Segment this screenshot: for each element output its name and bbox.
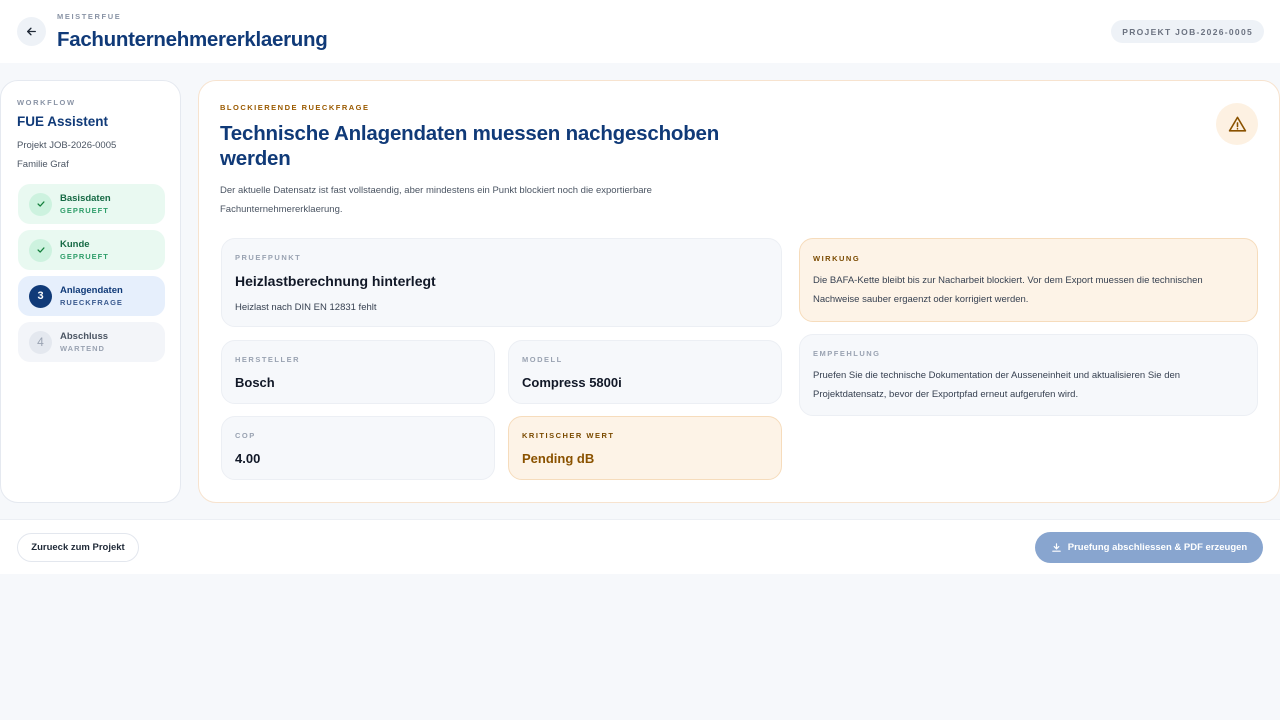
- pruefpunkt-value: Heizlastberechnung hinterlegt: [235, 273, 436, 289]
- empfehlung-label: EMPFEHLUNG: [813, 349, 881, 358]
- sidebar-title: FUE Assistent: [17, 114, 109, 129]
- step-label: Abschluss: [60, 331, 109, 342]
- cop-value: 4.00: [235, 451, 261, 466]
- workflow-sidebar: WORKFLOW FUE Assistent Projekt JOB-2026-…: [0, 80, 181, 503]
- pruefpunkt-label: PRUEFPUNKT: [235, 253, 302, 262]
- arrow-left-icon: [27, 27, 36, 36]
- app-eyebrow: MEISTERFUE: [57, 12, 122, 21]
- kritischer-wert-value: Pending dB: [522, 451, 595, 466]
- modell-card: MODELL Compress 5800i: [508, 340, 782, 404]
- modell-label: MODELL: [522, 355, 563, 364]
- empfehlung-card: EMPFEHLUNG Pruefen Sie die technische Do…: [799, 334, 1258, 416]
- hersteller-value: Bosch: [235, 375, 275, 390]
- cop-label: COP: [235, 431, 256, 440]
- project-badge: PROJEKT JOB-2026-0005: [1111, 20, 1264, 43]
- download-icon: [1051, 542, 1062, 553]
- step-status: GEPRUEFT: [60, 206, 109, 215]
- check-icon: [29, 192, 52, 216]
- app-header: MEISTERFUE Fachunternehmererklaerung PRO…: [0, 0, 1280, 63]
- sidebar-eyebrow: WORKFLOW: [17, 98, 76, 107]
- blocking-question-panel: BLOCKIERENDE RUECKFRAGE Technische Anlag…: [198, 80, 1280, 503]
- step-number: 4: [29, 330, 52, 354]
- step-abschluss[interactable]: 4 Abschluss WARTEND: [18, 322, 165, 362]
- step-label: Basisdaten: [60, 193, 111, 204]
- empfehlung-text: Pruefen Sie die technische Dokumentation…: [813, 370, 1181, 400]
- panel-eyebrow: BLOCKIERENDE RUECKFRAGE: [220, 103, 370, 112]
- check-icon: [29, 238, 52, 262]
- step-kunde[interactable]: Kunde GEPRUEFT: [18, 230, 165, 270]
- finish-and-generate-pdf-button[interactable]: Pruefung abschliessen & PDF erzeugen: [1035, 532, 1263, 563]
- step-status: RUECKFRAGE: [60, 298, 123, 307]
- panel-title: Technische Anlagendaten muessen nachgesc…: [220, 122, 720, 170]
- step-label: Anlagendaten: [60, 285, 123, 296]
- warning-badge: [1216, 103, 1258, 145]
- step-status: GEPRUEFT: [60, 252, 109, 261]
- kritischer-wert-label: KRITISCHER WERT: [522, 431, 615, 440]
- back-button[interactable]: [17, 17, 46, 46]
- hersteller-label: HERSTELLER: [235, 355, 301, 364]
- action-footer: Zurueck zum Projekt Pruefung abschliesse…: [0, 519, 1280, 574]
- wirkung-text: Die BAFA-Kette bleibt bis zur Nacharbeit…: [813, 275, 1203, 305]
- sidebar-customer: Familie Graf: [17, 159, 69, 170]
- pruefpunkt-card: PRUEFPUNKT Heizlastberechnung hinterlegt…: [221, 238, 782, 327]
- cop-card: COP 4.00: [221, 416, 495, 480]
- pruefpunkt-note: Heizlast nach DIN EN 12831 fehlt: [235, 302, 377, 313]
- sidebar-project: Projekt JOB-2026-0005: [17, 140, 117, 151]
- wirkung-label: WIRKUNG: [813, 254, 861, 263]
- step-label: Kunde: [60, 239, 90, 250]
- hersteller-card: HERSTELLER Bosch: [221, 340, 495, 404]
- warning-triangle-icon: [1228, 116, 1246, 132]
- modell-value: Compress 5800i: [522, 375, 622, 390]
- primary-button-label: Pruefung abschliessen & PDF erzeugen: [1067, 542, 1248, 553]
- step-number: 3: [29, 284, 52, 308]
- step-anlagendaten[interactable]: 3 Anlagendaten RUECKFRAGE: [18, 276, 165, 316]
- page-title: Fachunternehmererklaerung: [57, 28, 328, 51]
- kritischer-wert-card: KRITISCHER WERT Pending dB: [508, 416, 782, 480]
- panel-description: Der aktuelle Datensatz ist fast vollstae…: [220, 185, 652, 215]
- step-status: WARTEND: [60, 344, 105, 353]
- back-to-project-button[interactable]: Zurueck zum Projekt: [17, 533, 139, 562]
- wirkung-card: WIRKUNG Die BAFA-Kette bleibt bis zur Na…: [799, 238, 1258, 322]
- step-basisdaten[interactable]: Basisdaten GEPRUEFT: [18, 184, 165, 224]
